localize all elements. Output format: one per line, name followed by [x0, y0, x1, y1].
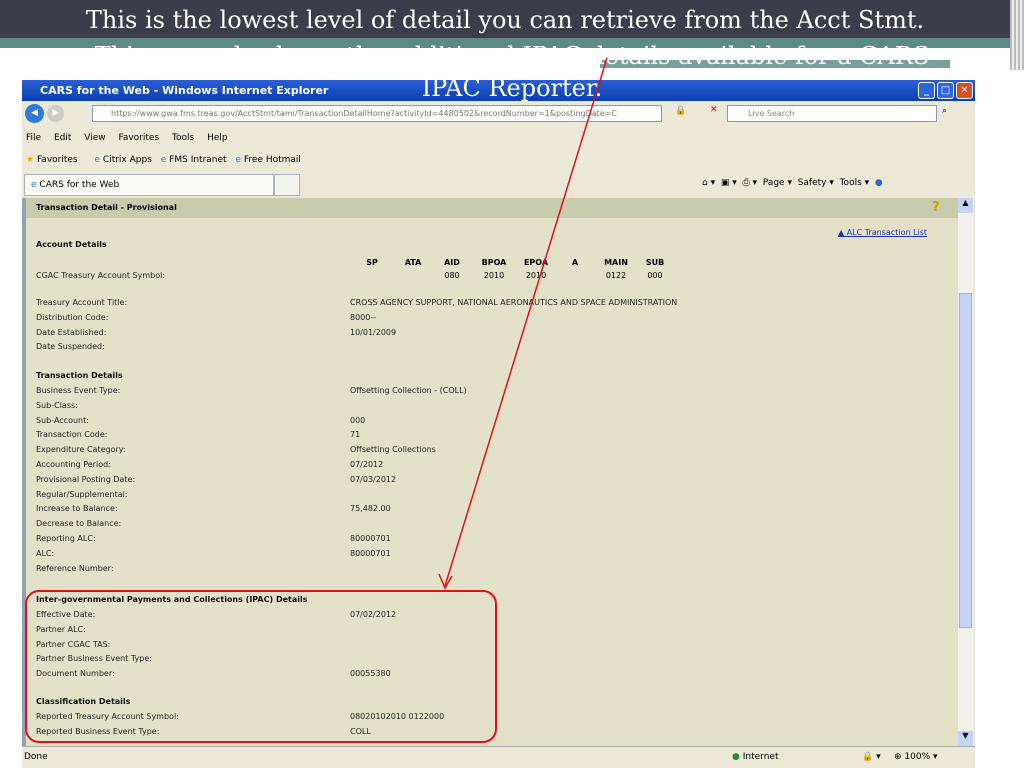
arrow-head [438, 573, 453, 590]
arrow-line [444, 57, 608, 587]
annotation-arrow [438, 57, 608, 590]
